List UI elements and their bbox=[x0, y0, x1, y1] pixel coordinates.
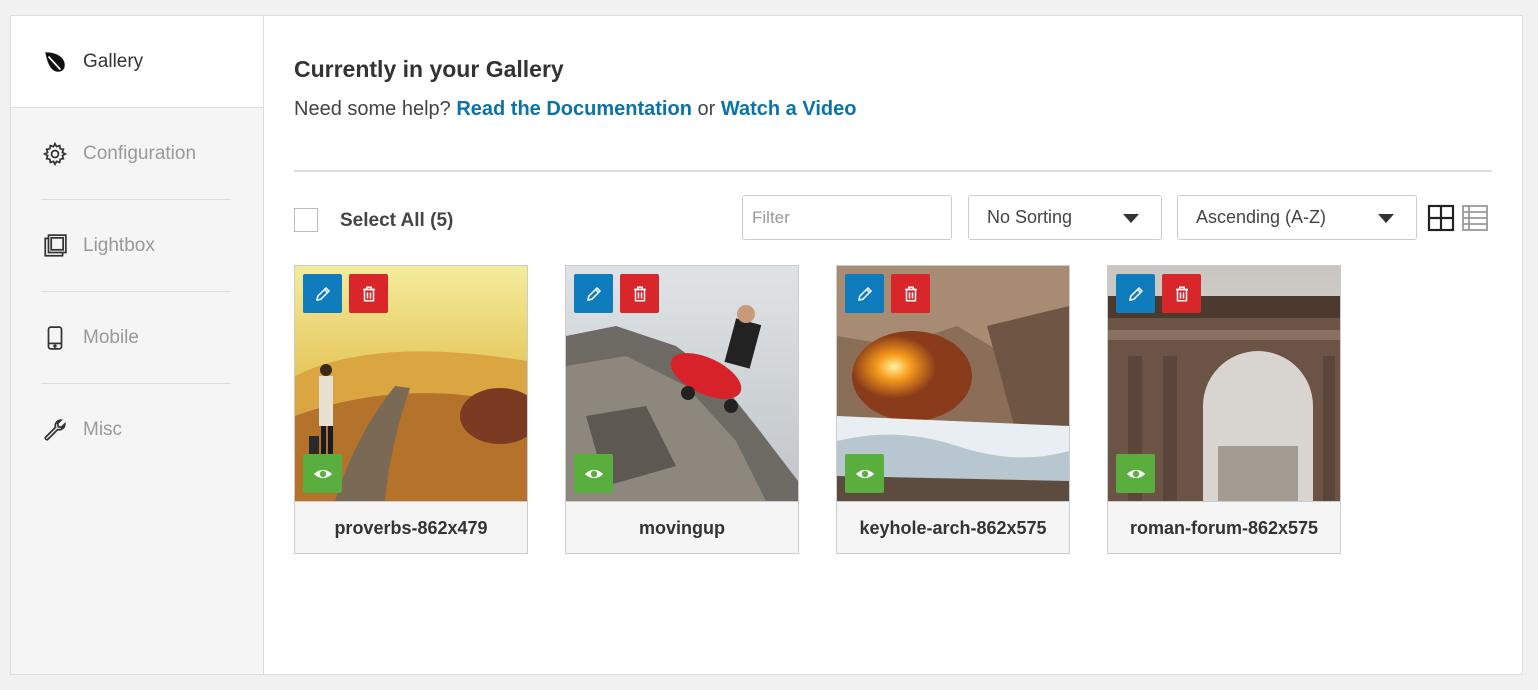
gear-icon bbox=[41, 140, 69, 168]
sidebar-item-mobile[interactable]: Mobile bbox=[11, 292, 263, 384]
sidebar-item-label: Configuration bbox=[83, 143, 197, 164]
delete-button[interactable] bbox=[891, 274, 930, 313]
sidebar-item-misc[interactable]: Misc bbox=[11, 384, 263, 476]
page-title: Currently in your Gallery bbox=[294, 56, 564, 82]
gallery-item[interactable]: roman-forum-862x575 bbox=[1107, 265, 1341, 554]
sidebar: Gallery Configuration Lightbox Mobile Mi… bbox=[11, 16, 264, 674]
gallery-item[interactable]: keyhole-arch-862x575 bbox=[836, 265, 1070, 554]
sidebar-item-label: Mobile bbox=[83, 327, 139, 348]
preview-button[interactable] bbox=[574, 454, 613, 493]
help-prefix: Need some help? bbox=[294, 98, 451, 120]
image-title: movingup bbox=[566, 501, 798, 554]
sidebar-item-label: Lightbox bbox=[83, 235, 155, 256]
or-text: or bbox=[697, 98, 716, 120]
preview-button[interactable] bbox=[845, 454, 884, 493]
order-select[interactable]: Ascending (A-Z) bbox=[1177, 195, 1417, 240]
list-view-icon[interactable] bbox=[1460, 203, 1490, 233]
delete-button[interactable] bbox=[1162, 274, 1201, 313]
edit-button[interactable] bbox=[303, 274, 342, 313]
gallery-item[interactable]: movingup bbox=[565, 265, 799, 554]
lightbox-icon bbox=[41, 232, 69, 260]
preview-button[interactable] bbox=[1116, 454, 1155, 493]
sidebar-item-label: Gallery bbox=[83, 50, 144, 72]
sidebar-item-gallery[interactable]: Gallery bbox=[11, 16, 263, 108]
caret-down-icon bbox=[1378, 214, 1394, 223]
filter-input[interactable] bbox=[742, 195, 952, 240]
edit-button[interactable] bbox=[1116, 274, 1155, 313]
delete-button[interactable] bbox=[620, 274, 659, 313]
grid-view-icon[interactable] bbox=[1426, 203, 1456, 233]
mobile-icon bbox=[41, 324, 69, 352]
order-value: Ascending (A-Z) bbox=[1196, 207, 1327, 227]
sidebar-item-label: Misc bbox=[83, 419, 123, 440]
leaf-icon bbox=[41, 48, 69, 76]
select-all-checkbox[interactable] bbox=[294, 208, 318, 232]
documentation-link[interactable]: Read the Documentation bbox=[456, 98, 692, 120]
image-title: keyhole-arch-862x575 bbox=[837, 501, 1069, 554]
sorting-value: No Sorting bbox=[987, 207, 1073, 227]
edit-button[interactable] bbox=[574, 274, 613, 313]
sidebar-item-lightbox[interactable]: Lightbox bbox=[11, 200, 263, 292]
caret-down-icon bbox=[1123, 214, 1139, 223]
select-all-label[interactable]: Select All (5) bbox=[340, 210, 453, 232]
preview-button[interactable] bbox=[303, 454, 342, 493]
image-title: proverbs-862x479 bbox=[295, 501, 527, 554]
edit-button[interactable] bbox=[845, 274, 884, 313]
help-text: Need some help? Read the Documentation o… bbox=[294, 98, 856, 121]
gallery-item[interactable]: proverbs-862x479 bbox=[294, 265, 528, 554]
main-content: Currently in your Gallery Need some help… bbox=[294, 16, 1522, 674]
sorting-select[interactable]: No Sorting bbox=[968, 195, 1162, 240]
divider bbox=[294, 170, 1492, 172]
settings-panel: Gallery Configuration Lightbox Mobile Mi… bbox=[10, 15, 1523, 675]
delete-button[interactable] bbox=[349, 274, 388, 313]
video-link[interactable]: Watch a Video bbox=[721, 98, 857, 120]
wrench-icon bbox=[41, 416, 69, 444]
sidebar-item-configuration[interactable]: Configuration bbox=[11, 108, 263, 200]
image-title: roman-forum-862x575 bbox=[1108, 501, 1340, 554]
